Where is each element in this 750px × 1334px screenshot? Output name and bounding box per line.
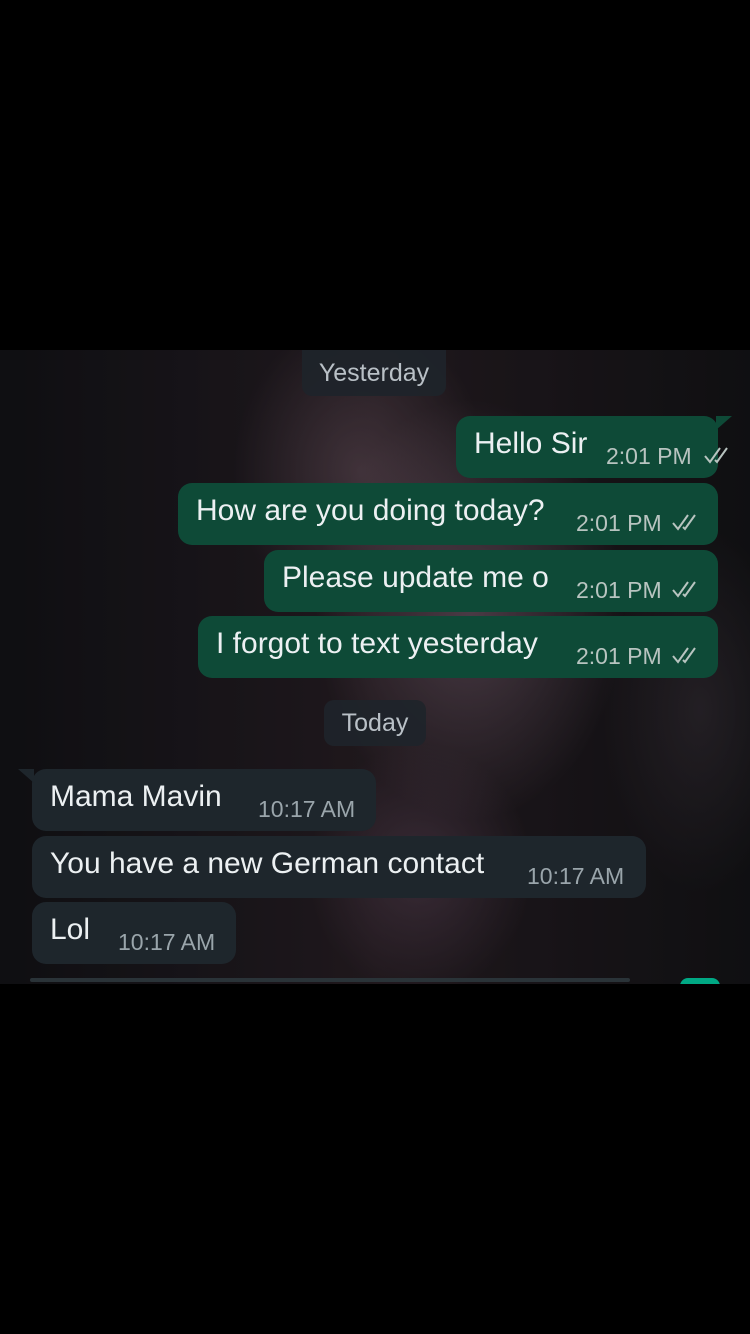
message-text: You have a new German contact: [50, 847, 485, 880]
message-time: 2:01 PM: [576, 510, 662, 536]
double-check-icon: [672, 581, 696, 598]
double-check-icon: [704, 447, 728, 464]
bubble-tail: [18, 769, 34, 783]
message-time: 2:01 PM: [576, 643, 662, 669]
message-text: Hello Sir: [474, 427, 588, 460]
date-divider-yesterday: Yesterday: [302, 350, 446, 396]
message-text: I forgot to text yesterday: [216, 627, 538, 660]
message-text: Please update me o: [282, 561, 549, 594]
date-divider-label: Yesterday: [318, 359, 430, 387]
chat-area[interactable]: Yesterday Hello Sir 2:01 PM How are you …: [0, 350, 750, 984]
message-time: 10:17 AM: [118, 929, 216, 955]
message-text: Lol: [50, 913, 91, 946]
date-divider-label: Today: [341, 709, 409, 737]
incoming-message[interactable]: You have a new German contact 10:17 AM: [32, 836, 646, 898]
date-divider-today: Today: [324, 700, 426, 746]
message-time: 2:01 PM: [606, 443, 692, 469]
bubble-tail: [716, 416, 732, 430]
message-time: 10:17 AM: [527, 863, 625, 889]
message-input-edge: [30, 978, 630, 982]
message-text: How are you doing today?: [196, 494, 545, 527]
message-text: Mama Mavin: [50, 780, 222, 813]
send-button-edge: [680, 978, 720, 984]
screen: Yesterday Hello Sir 2:01 PM How are you …: [0, 0, 750, 1334]
outgoing-message[interactable]: Please update me o 2:01 PM: [264, 550, 718, 612]
message-time: 2:01 PM: [576, 577, 662, 603]
incoming-message[interactable]: Mama Mavin 10:17 AM: [18, 769, 376, 831]
incoming-message[interactable]: Lol 10:17 AM: [32, 902, 236, 964]
outgoing-message[interactable]: Hello Sir 2:01 PM: [456, 416, 732, 478]
outgoing-message[interactable]: How are you doing today? 2:01 PM: [178, 483, 718, 545]
message-time: 10:17 AM: [258, 796, 356, 822]
double-check-icon: [672, 647, 696, 664]
double-check-icon: [672, 514, 696, 531]
outgoing-message[interactable]: I forgot to text yesterday 2:01 PM: [198, 616, 718, 678]
